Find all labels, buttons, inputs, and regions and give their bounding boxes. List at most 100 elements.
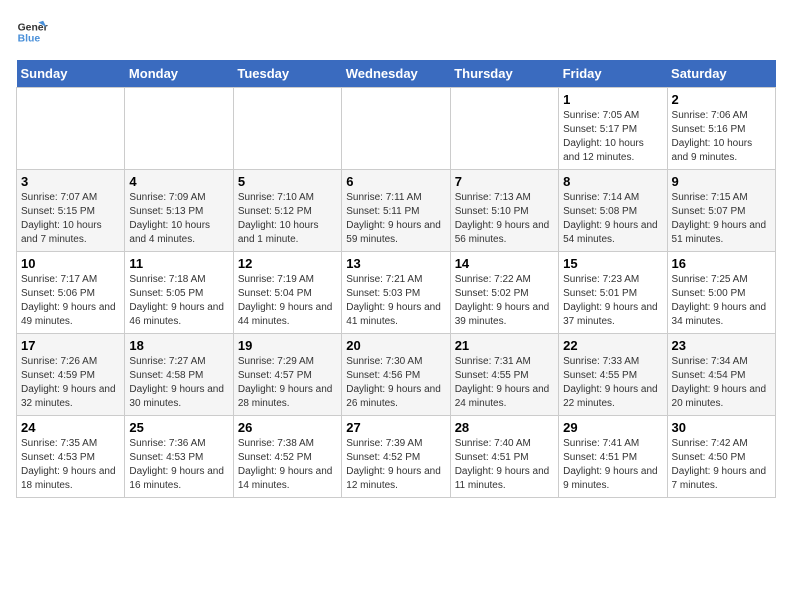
calendar-week-row: 10 Sunrise: 7:17 AM Sunset: 5:06 PM Dayli… (17, 252, 776, 334)
calendar-cell: 5 Sunrise: 7:10 AM Sunset: 5:12 PM Daylig… (233, 170, 341, 252)
weekday-header: Monday (125, 60, 233, 88)
day-info: Sunrise: 7:42 AM Sunset: 4:50 PM Dayligh… (672, 437, 771, 493)
day-number: 23 (672, 338, 771, 353)
day-number: 19 (238, 338, 337, 353)
day-number: 6 (346, 174, 445, 189)
calendar-cell: 18Sunrise: 7:27 AM Sunset: 4:58 PM Dayli… (125, 334, 233, 416)
day-info: Sunrise: 7:19 AM Sunset: 5:04 PM Dayligh… (238, 273, 337, 329)
day-info: Sunrise: 7:14 AM Sunset: 5:08 PM Dayligh… (563, 191, 662, 247)
day-number: 29 (563, 420, 662, 435)
calendar-cell: 1 Sunrise: 7:05 AM Sunset: 5:17 PM Daylig… (559, 88, 667, 170)
calendar-cell: 29Sunrise: 7:41 AM Sunset: 4:51 PM Dayli… (559, 416, 667, 498)
day-number: 30 (672, 420, 771, 435)
day-info: Sunrise: 7:10 AM Sunset: 5:12 PM Dayligh… (238, 191, 337, 247)
calendar-cell: 7 Sunrise: 7:13 AM Sunset: 5:10 PM Daylig… (450, 170, 558, 252)
calendar-cell: 14 Sunrise: 7:22 AM Sunset: 5:02 PM Dayli… (450, 252, 558, 334)
calendar-cell: 8 Sunrise: 7:14 AM Sunset: 5:08 PM Daylig… (559, 170, 667, 252)
calendar-table: SundayMondayTuesdayWednesdayThursdayFrid… (16, 60, 776, 498)
calendar-cell: 22Sunrise: 7:33 AM Sunset: 4:55 PM Dayli… (559, 334, 667, 416)
day-number: 26 (238, 420, 337, 435)
weekday-header: Sunday (17, 60, 125, 88)
day-info: Sunrise: 7:39 AM Sunset: 4:52 PM Dayligh… (346, 437, 445, 493)
calendar-cell: 9Sunrise: 7:15 AM Sunset: 5:07 PM Daylig… (667, 170, 775, 252)
day-number: 10 (21, 256, 120, 271)
day-number: 2 (672, 92, 771, 107)
calendar-cell: 24Sunrise: 7:35 AM Sunset: 4:53 PM Dayli… (17, 416, 125, 498)
calendar-cell: 30 Sunrise: 7:42 AM Sunset: 4:50 PM Dayli… (667, 416, 775, 498)
weekday-header: Friday (559, 60, 667, 88)
calendar-cell: 11 Sunrise: 7:18 AM Sunset: 5:05 PM Dayli… (125, 252, 233, 334)
calendar-cell: 20 Sunrise: 7:30 AM Sunset: 4:56 PM Dayli… (342, 334, 450, 416)
calendar-cell (233, 88, 341, 170)
day-info: Sunrise: 7:09 AM Sunset: 5:13 PM Dayligh… (129, 191, 228, 247)
day-info: Sunrise: 7:22 AM Sunset: 5:02 PM Dayligh… (455, 273, 554, 329)
calendar-cell: 4 Sunrise: 7:09 AM Sunset: 5:13 PM Daylig… (125, 170, 233, 252)
day-number: 15 (563, 256, 662, 271)
day-info: Sunrise: 7:17 AM Sunset: 5:06 PM Dayligh… (21, 273, 120, 329)
day-info: Sunrise: 7:11 AM Sunset: 5:11 PM Dayligh… (346, 191, 445, 247)
day-info: Sunrise: 7:35 AM Sunset: 4:53 PM Dayligh… (21, 437, 120, 493)
calendar-cell: 25 Sunrise: 7:36 AM Sunset: 4:53 PM Dayli… (125, 416, 233, 498)
day-info: Sunrise: 7:33 AM Sunset: 4:55 PM Dayligh… (563, 355, 662, 411)
day-info: Sunrise: 7:05 AM Sunset: 5:17 PM Dayligh… (563, 109, 662, 165)
calendar-cell: 26Sunrise: 7:38 AM Sunset: 4:52 PM Dayli… (233, 416, 341, 498)
day-info: Sunrise: 7:06 AM Sunset: 5:16 PM Dayligh… (672, 109, 771, 165)
day-info: Sunrise: 7:07 AM Sunset: 5:15 PM Dayligh… (21, 191, 120, 247)
day-info: Sunrise: 7:30 AM Sunset: 4:56 PM Dayligh… (346, 355, 445, 411)
calendar-cell: 28 Sunrise: 7:40 AM Sunset: 4:51 PM Dayli… (450, 416, 558, 498)
calendar-week-row: 3Sunrise: 7:07 AM Sunset: 5:15 PM Daylig… (17, 170, 776, 252)
day-number: 14 (455, 256, 554, 271)
calendar-cell: 2 Sunrise: 7:06 AM Sunset: 5:16 PM Daylig… (667, 88, 775, 170)
calendar-cell: 15 Sunrise: 7:23 AM Sunset: 5:01 PM Dayli… (559, 252, 667, 334)
day-number: 4 (129, 174, 228, 189)
day-number: 27 (346, 420, 445, 435)
calendar-header-row: SundayMondayTuesdayWednesdayThursdayFrid… (17, 60, 776, 88)
calendar-week-row: 1 Sunrise: 7:05 AM Sunset: 5:17 PM Daylig… (17, 88, 776, 170)
calendar-cell: 10 Sunrise: 7:17 AM Sunset: 5:06 PM Dayli… (17, 252, 125, 334)
calendar-cell: 23 Sunrise: 7:34 AM Sunset: 4:54 PM Dayli… (667, 334, 775, 416)
day-info: Sunrise: 7:23 AM Sunset: 5:01 PM Dayligh… (563, 273, 662, 329)
calendar-cell: 21 Sunrise: 7:31 AM Sunset: 4:55 PM Dayli… (450, 334, 558, 416)
calendar-cell (450, 88, 558, 170)
calendar-week-row: 24Sunrise: 7:35 AM Sunset: 4:53 PM Dayli… (17, 416, 776, 498)
day-info: Sunrise: 7:26 AM Sunset: 4:59 PM Dayligh… (21, 355, 120, 411)
weekday-header: Tuesday (233, 60, 341, 88)
day-number: 1 (563, 92, 662, 107)
day-number: 11 (129, 256, 228, 271)
logo-icon: General Blue (16, 16, 48, 48)
calendar-cell: 3Sunrise: 7:07 AM Sunset: 5:15 PM Daylig… (17, 170, 125, 252)
day-number: 16 (672, 256, 771, 271)
day-info: Sunrise: 7:34 AM Sunset: 4:54 PM Dayligh… (672, 355, 771, 411)
calendar-cell: 19 Sunrise: 7:29 AM Sunset: 4:57 PM Dayli… (233, 334, 341, 416)
day-number: 18 (129, 338, 228, 353)
calendar-cell: 13 Sunrise: 7:21 AM Sunset: 5:03 PM Dayli… (342, 252, 450, 334)
day-info: Sunrise: 7:36 AM Sunset: 4:53 PM Dayligh… (129, 437, 228, 493)
day-info: Sunrise: 7:40 AM Sunset: 4:51 PM Dayligh… (455, 437, 554, 493)
day-number: 13 (346, 256, 445, 271)
svg-text:Blue: Blue (18, 34, 41, 45)
day-info: Sunrise: 7:21 AM Sunset: 5:03 PM Dayligh… (346, 273, 445, 329)
day-info: Sunrise: 7:31 AM Sunset: 4:55 PM Dayligh… (455, 355, 554, 411)
calendar-cell: 12Sunrise: 7:19 AM Sunset: 5:04 PM Dayli… (233, 252, 341, 334)
day-number: 25 (129, 420, 228, 435)
day-number: 21 (455, 338, 554, 353)
calendar-week-row: 17 Sunrise: 7:26 AM Sunset: 4:59 PM Dayli… (17, 334, 776, 416)
day-info: Sunrise: 7:13 AM Sunset: 5:10 PM Dayligh… (455, 191, 554, 247)
calendar-cell: 16 Sunrise: 7:25 AM Sunset: 5:00 PM Dayli… (667, 252, 775, 334)
day-number: 5 (238, 174, 337, 189)
day-info: Sunrise: 7:18 AM Sunset: 5:05 PM Dayligh… (129, 273, 228, 329)
day-number: 8 (563, 174, 662, 189)
day-number: 17 (21, 338, 120, 353)
day-number: 20 (346, 338, 445, 353)
calendar-cell: 17 Sunrise: 7:26 AM Sunset: 4:59 PM Dayli… (17, 334, 125, 416)
header: General Blue (16, 16, 776, 48)
calendar-cell (17, 88, 125, 170)
day-number: 7 (455, 174, 554, 189)
day-number: 28 (455, 420, 554, 435)
calendar-cell (342, 88, 450, 170)
day-info: Sunrise: 7:25 AM Sunset: 5:00 PM Dayligh… (672, 273, 771, 329)
day-info: Sunrise: 7:29 AM Sunset: 4:57 PM Dayligh… (238, 355, 337, 411)
weekday-header: Saturday (667, 60, 775, 88)
calendar-cell: 27 Sunrise: 7:39 AM Sunset: 4:52 PM Dayli… (342, 416, 450, 498)
weekday-header: Wednesday (342, 60, 450, 88)
